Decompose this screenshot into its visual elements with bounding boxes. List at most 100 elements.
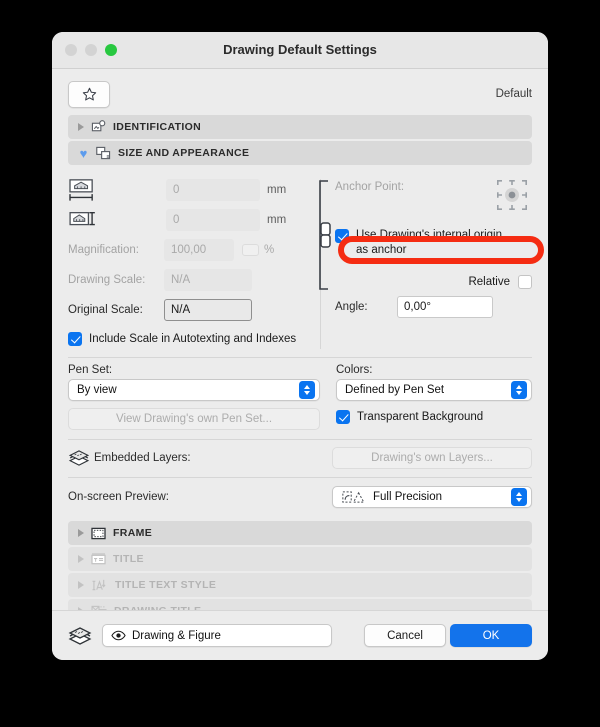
pen-set-group: Pen Set: By view View Drawing's own Pen … [68, 364, 320, 430]
height-unit-label: mm [267, 214, 287, 226]
colors-group: Colors: Defined by Pen Set Transparent B… [336, 364, 532, 430]
magnification-row: Magnification: 100,00 % [68, 235, 320, 265]
drawing-title-icon [91, 605, 107, 610]
section-label-frame: FRAME [113, 527, 153, 539]
use-internal-origin-checkbox[interactable] [335, 229, 349, 243]
onscreen-preview-dropdown[interactable]: Full Precision [332, 486, 532, 508]
original-scale-input[interactable]: N/A [164, 299, 252, 321]
drawing-scale-row: Drawing Scale: N/A [68, 265, 320, 295]
window-titlebar: Drawing Default Settings [52, 32, 548, 69]
section-label-identification: IDENTIFICATION [113, 121, 202, 133]
cancel-button[interactable]: Cancel [364, 624, 446, 647]
onscreen-preview-value: Full Precision [373, 491, 443, 503]
pen-set-label: Pen Set: [68, 364, 113, 376]
magnification-toggle[interactable] [242, 244, 259, 256]
transparent-background-row[interactable]: Transparent Background [336, 410, 532, 424]
layer-value: Drawing & Figure [132, 629, 221, 642]
section-label-drawing-title: DRAWING TITLE [114, 605, 201, 610]
section-label-size-and-appearance: SIZE AND APPEARANCE [118, 147, 250, 159]
anchor-point-grid[interactable] [492, 175, 532, 220]
layers-icon [68, 626, 92, 645]
section-header-frame[interactable]: FRAME [68, 521, 532, 545]
preset-name-label: Default [495, 88, 532, 100]
colors-label: Colors: [336, 364, 373, 376]
magnification-unit-label: % [264, 244, 275, 256]
pen-set-dropdown[interactable]: By view [68, 379, 320, 401]
original-scale-label: Original Scale: [68, 304, 143, 316]
colors-value: Defined by Pen Set [345, 384, 445, 396]
section-header-title[interactable]: TITLE [68, 547, 532, 571]
original-scale-row: Original Scale: N/A [68, 295, 320, 325]
title-icon [91, 552, 106, 566]
chevron-updown-icon [299, 381, 315, 399]
view-drawings-own-pen-set-button[interactable]: View Drawing's own Pen Set... [68, 408, 320, 430]
drawings-own-layers-button[interactable]: Drawing's own Layers... [332, 447, 532, 469]
chevron-right-icon [78, 581, 84, 589]
favorites-row: Default [68, 69, 532, 115]
use-internal-origin-row[interactable]: Use Drawing's internal origin as anchor [335, 228, 532, 258]
anchor-column: Anchor Point: Use Drawing's internal ori… [321, 175, 532, 353]
include-scale-row[interactable]: Include Scale in Autotexting and Indexes [68, 325, 320, 353]
divider-2 [68, 439, 532, 440]
layers-icon [68, 450, 94, 466]
height-input[interactable]: 0 [166, 209, 260, 231]
size-appearance-panel: 0 mm 0 mm Magnification: 100,00 % Drawin… [68, 167, 532, 510]
drawing-scale-label: Drawing Scale: [68, 274, 146, 286]
star-icon [82, 87, 96, 100]
include-scale-label: Include Scale in Autotexting and Indexes [89, 333, 297, 345]
frame-icon [91, 527, 106, 540]
title-text-style-icon [91, 579, 108, 592]
section-header-drawing-title[interactable]: DRAWING TITLE [68, 599, 532, 610]
size-appearance-icon [96, 146, 111, 160]
drawing-height-icon [68, 209, 100, 231]
precision-preview-icon [341, 490, 367, 504]
width-unit-label: mm [267, 184, 287, 196]
divider-1 [68, 357, 532, 358]
drawing-default-settings-window: Drawing Default Settings Default IDENTIF… [52, 32, 548, 660]
relative-row[interactable]: Relative [335, 270, 532, 294]
onscreen-preview-row: On-screen Preview: Full Precision [68, 484, 532, 510]
favorites-button[interactable] [68, 80, 110, 108]
relative-checkbox[interactable] [518, 275, 532, 289]
embedded-layers-row: Embedded Layers: Drawing's own Layers... [68, 446, 532, 470]
section-label-title: TITLE [113, 553, 144, 565]
dialog-footer: Drawing & Figure Cancel OK [52, 610, 548, 660]
use-internal-origin-label: Use Drawing's internal origin as anchor [356, 229, 503, 256]
heart-expanded-icon: ♥ [79, 145, 88, 161]
size-column: 0 mm 0 mm Magnification: 100,00 % Drawin… [68, 175, 331, 353]
colors-dropdown[interactable]: Defined by Pen Set [336, 379, 532, 401]
pen-set-value: By view [77, 384, 117, 396]
layer-selector[interactable]: Drawing & Figure [102, 624, 332, 647]
transparent-background-label: Transparent Background [357, 411, 484, 423]
onscreen-preview-label: On-screen Preview: [68, 491, 169, 503]
section-header-title-text-style[interactable]: TITLE TEXT STYLE [68, 573, 532, 597]
angle-label: Angle: [335, 301, 368, 313]
magnification-input[interactable]: 100,00 [164, 239, 234, 261]
divider-3 [68, 477, 532, 478]
height-row: 0 mm [68, 205, 320, 235]
chevron-right-icon [78, 607, 84, 610]
drawing-scale-input[interactable]: N/A [164, 269, 252, 291]
chevron-right-icon [78, 529, 84, 537]
angle-row: Angle: 0,00° [335, 294, 532, 320]
chevron-right-icon [78, 123, 84, 131]
identification-icon [91, 120, 106, 134]
settings-content: Default IDENTIFICATION ♥ SIZE AND APPEAR… [52, 69, 548, 610]
width-input[interactable]: 0 [166, 179, 260, 201]
width-row: 0 mm [68, 175, 320, 205]
include-scale-checkbox[interactable] [68, 332, 82, 346]
magnification-label: Magnification: [68, 244, 139, 256]
drawing-width-icon [68, 178, 100, 202]
angle-input[interactable]: 0,00° [397, 296, 493, 318]
transparent-background-checkbox[interactable] [336, 410, 350, 424]
anchor-point-label: Anchor Point: [335, 181, 405, 193]
eye-icon [111, 630, 126, 641]
chevron-right-icon [78, 555, 84, 563]
section-header-identification[interactable]: IDENTIFICATION [68, 115, 532, 139]
relative-label: Relative [468, 276, 510, 288]
section-label-title-text-style: TITLE TEXT STYLE [115, 579, 217, 591]
section-header-size-and-appearance[interactable]: ♥ SIZE AND APPEARANCE [68, 141, 532, 165]
ok-button[interactable]: OK [450, 624, 532, 647]
window-title: Drawing Default Settings [223, 42, 377, 57]
chevron-updown-icon [511, 488, 527, 506]
